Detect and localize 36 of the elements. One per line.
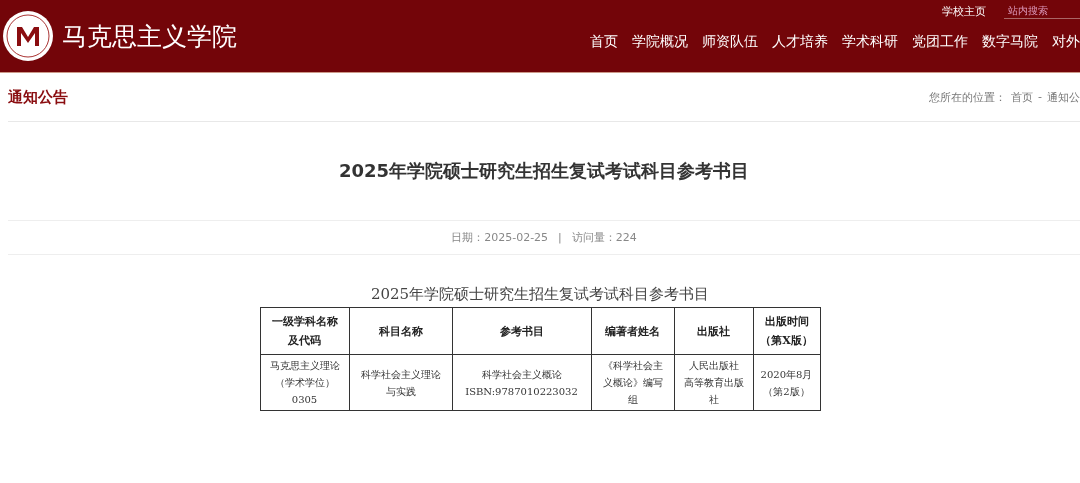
table-caption: 2025年学院硕士研究生招生复试考试科目参考书目: [370, 285, 710, 304]
nav-item[interactable]: 人才培养: [772, 33, 828, 51]
nav-item[interactable]: 对外: [1052, 33, 1080, 51]
article-title: 2025年学院硕士研究生招生复试考试科目参考书目: [8, 122, 1080, 221]
table-cell: 《科学社会主义概论》编写组: [591, 354, 674, 411]
column-header: 出版社: [674, 307, 753, 355]
cell-text: ISBN:9787010223032: [464, 384, 579, 399]
column-header: 科目名称: [349, 307, 452, 355]
view-count: 访问量：224: [571, 230, 637, 245]
nav-item[interactable]: 首页: [590, 33, 618, 51]
section-title: 通知公告: [8, 87, 68, 107]
nav-item[interactable]: 学院概况: [632, 33, 688, 51]
nav-item[interactable]: 师资队伍: [702, 33, 758, 51]
site-name: 马克思主义学院: [62, 20, 237, 53]
nav-item[interactable]: 党团工作: [912, 33, 968, 51]
column-header: 一级学科名称及代码: [260, 307, 349, 355]
breadcrumb-label: 您所在的位置：: [929, 89, 1006, 105]
table-cell: 马克思主义理论（学术学位）0305: [260, 354, 349, 411]
nav-item[interactable]: 学术科研: [842, 33, 898, 51]
meta-separator: |: [558, 231, 562, 244]
column-header: 编著者姓名: [591, 307, 674, 355]
breadcrumb-link[interactable]: 通知公: [1047, 89, 1080, 105]
table-cell: 科学社会主义理论与实践: [349, 354, 452, 411]
table-cell: 2020年8月（第2版）: [753, 354, 820, 411]
nav-item[interactable]: 数字马院: [982, 33, 1038, 51]
column-header: 参考书目: [452, 307, 591, 355]
school-home-link[interactable]: 学校主页: [942, 3, 986, 19]
cell-text: 科学社会主义概论: [480, 367, 563, 382]
breadcrumb-link[interactable]: 首页: [1011, 89, 1033, 105]
search-field[interactable]: 站内搜索: [1004, 3, 1080, 19]
cell-text: 人民出版社: [687, 359, 740, 373]
column-header: 出版时间（第X版）: [753, 307, 820, 355]
breadcrumb-separator: -: [1038, 89, 1042, 105]
cell-text: 高等教育出版社: [682, 376, 745, 407]
school-logo-icon: [2, 10, 54, 62]
article-date: 日期：2025-02-25: [451, 230, 549, 245]
